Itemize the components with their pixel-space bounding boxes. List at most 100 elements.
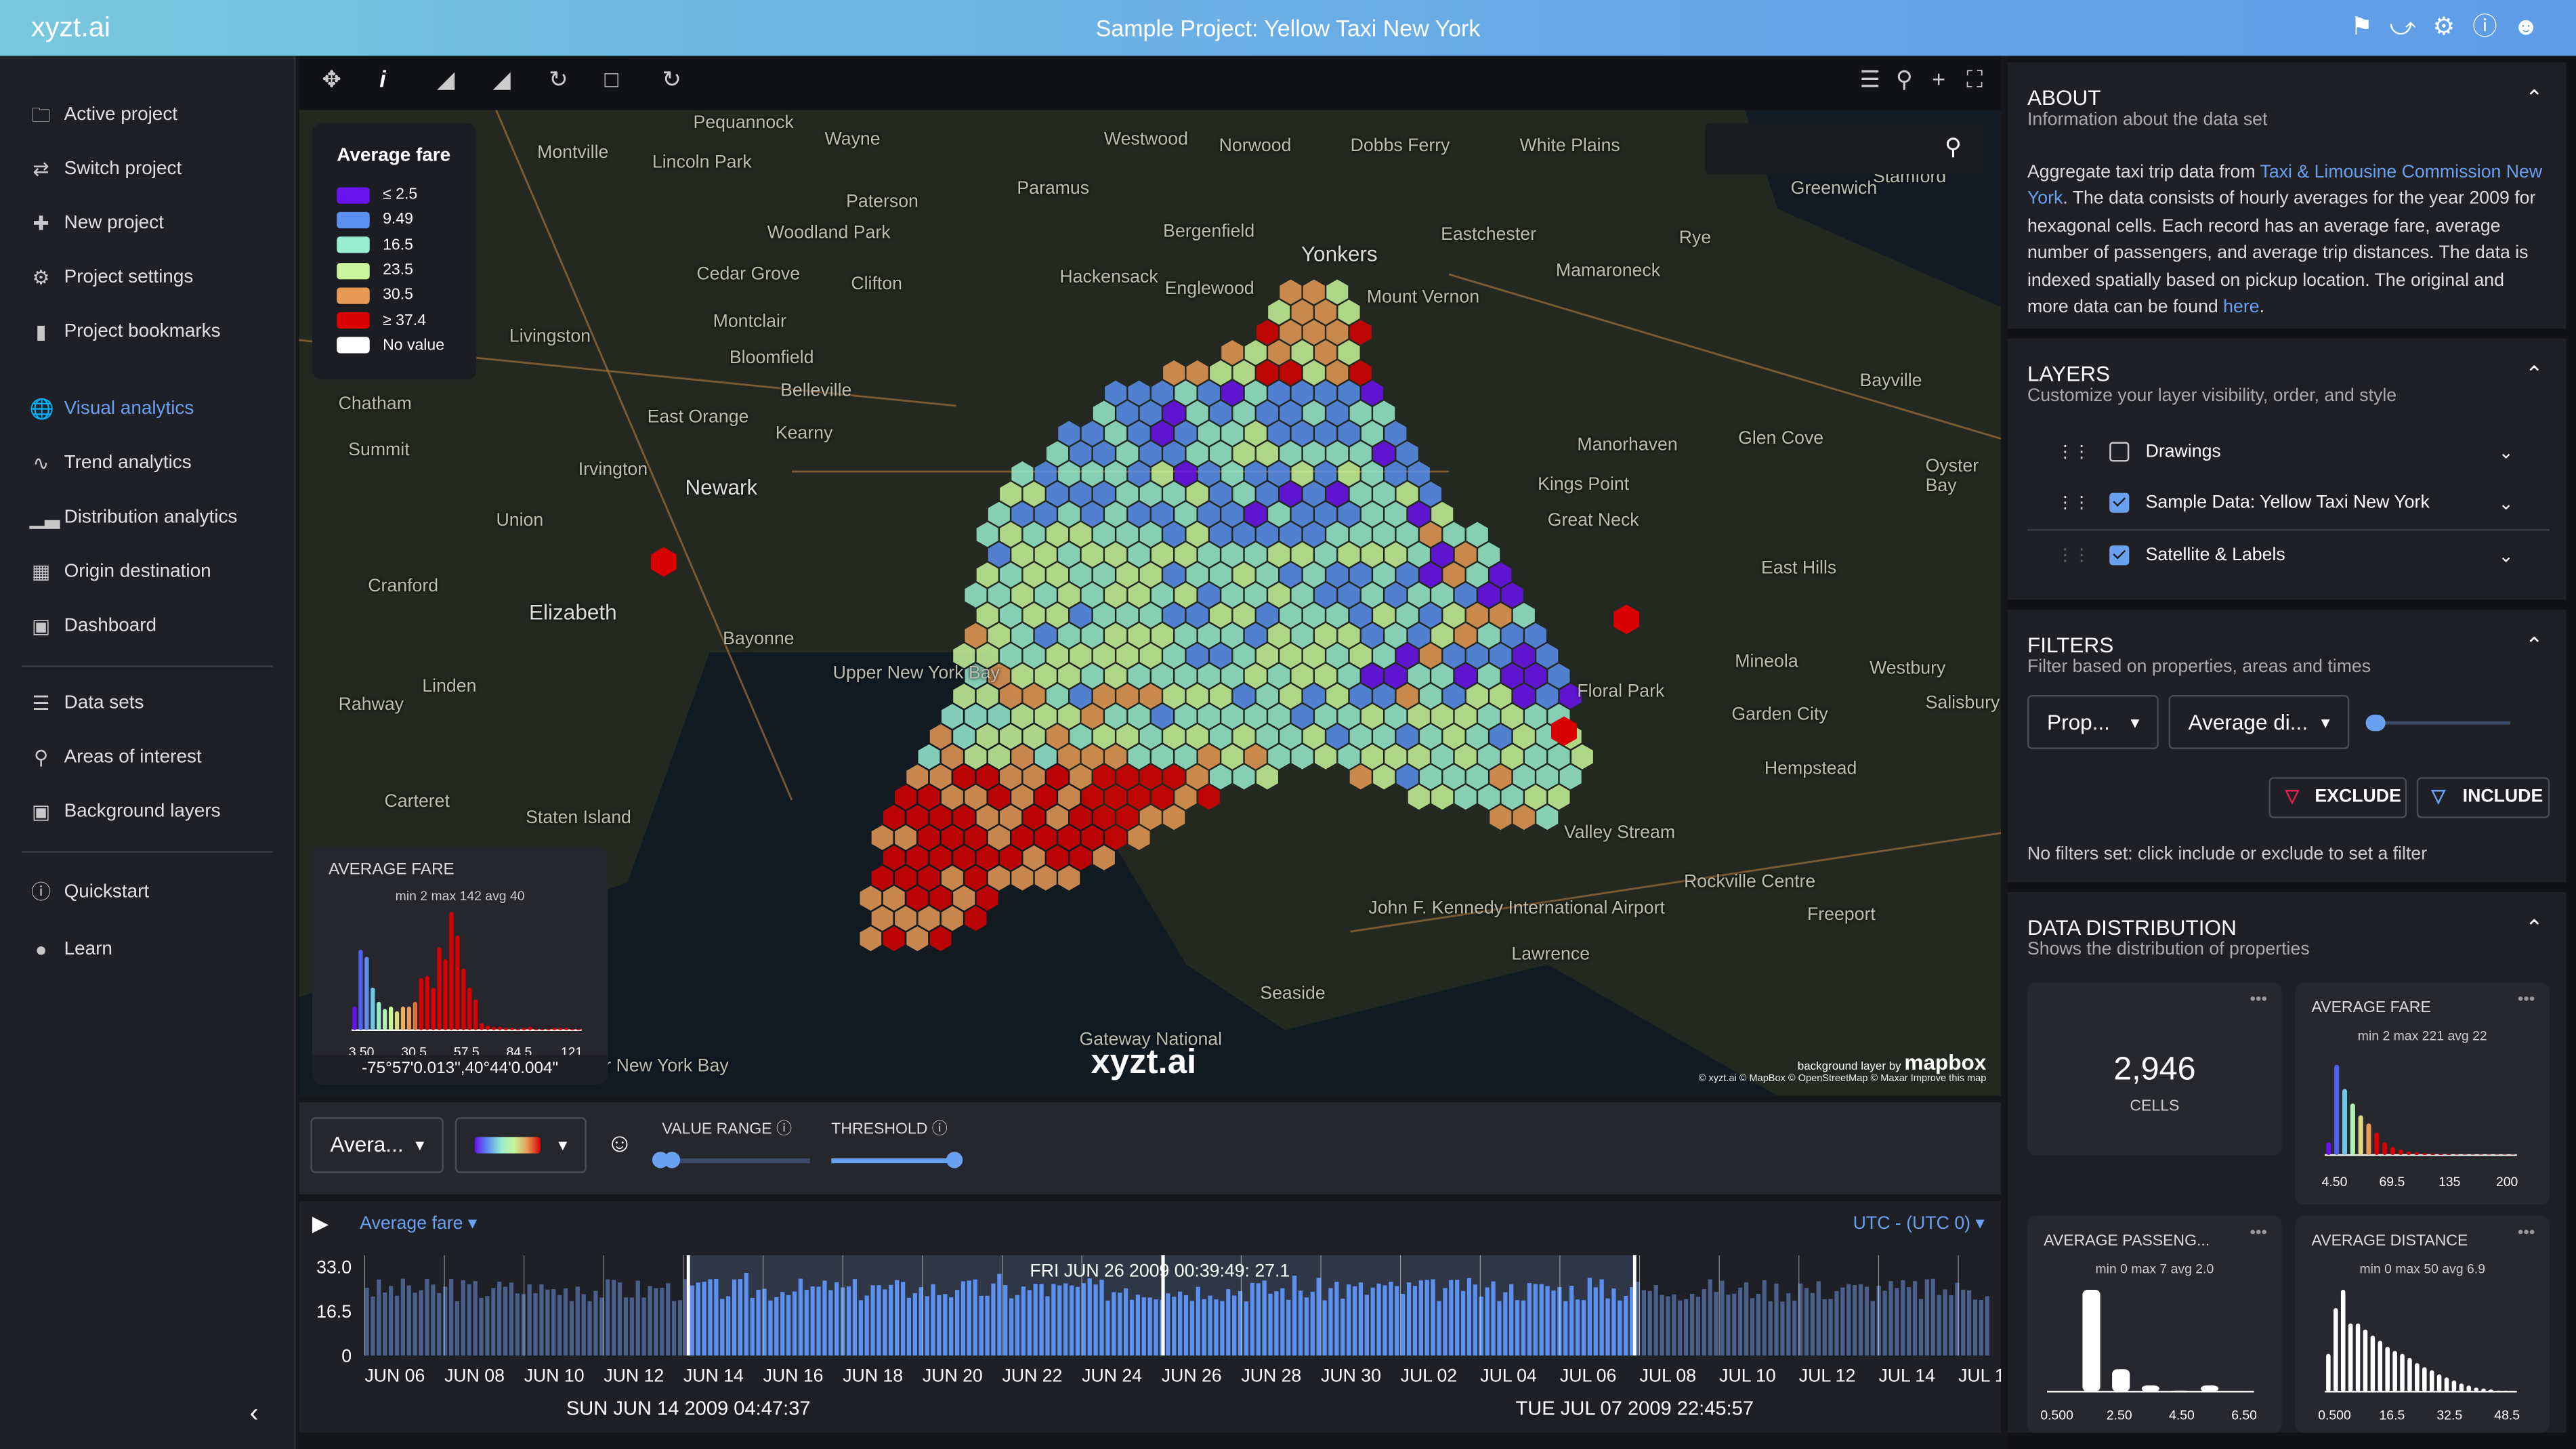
histogram-bar[interactable] [461,968,466,1030]
layer-visibility-checkbox[interactable] [2109,492,2130,513]
histogram-bar[interactable] [2496,1390,2501,1392]
histogram-bar[interactable] [400,1006,406,1030]
histogram-bar[interactable] [2504,1390,2508,1392]
histogram-bar[interactable] [564,1028,569,1030]
histogram-bar[interactable] [2502,1154,2508,1156]
histogram-bar[interactable] [425,975,429,1030]
histogram-bar[interactable] [503,1028,509,1030]
move-icon[interactable]: ✥ [322,66,341,93]
sidebar-item-quickstart[interactable]: ⓘ Quickstart [30,876,149,909]
histogram-bar[interactable] [570,1028,575,1030]
drag-handle-icon[interactable]: ⋮⋮ [2057,494,2090,512]
sidebar-item-background-layers[interactable]: ▣ Background layers [30,795,221,828]
histogram-bar[interactable] [394,1011,400,1030]
histogram-bar[interactable] [540,1028,545,1030]
timeline-chart[interactable]: JUN 06 JUN 08 JUN 10 JUN 12 JUN 14 JUN 16 JUN … [299,1201,2001,1433]
histogram-bar[interactable] [2348,1323,2353,1392]
histogram-bar[interactable] [2422,1153,2428,1156]
histogram-bar[interactable] [2350,1104,2355,1156]
help-icon[interactable]: ⓘ [2471,13,2499,41]
histogram-bar[interactable] [2400,1353,2405,1392]
property-select[interactable]: Avera... ▼ [310,1117,444,1173]
histogram-bar[interactable] [2355,1323,2361,1392]
value-range-slider[interactable] [652,1152,810,1169]
histogram-bar[interactable] [2141,1385,2159,1392]
histogram-bar[interactable] [406,1006,412,1030]
mapbox-logo[interactable]: mapbox [1904,1050,1986,1074]
histogram-bar[interactable] [491,1026,497,1030]
histogram-bar[interactable] [431,987,436,1030]
histogram-bar[interactable] [2358,1115,2363,1156]
histogram-bar[interactable] [473,999,478,1030]
expand-chevron-icon[interactable]: ⌄ [2499,441,2514,463]
map-attribution[interactable]: © xyzt.ai © MapBox © OpenStreetMap © Max… [1699,1074,1987,1085]
layer-visibility-checkbox[interactable] [2109,545,2130,566]
histogram-bar[interactable] [2407,1358,2412,1392]
sidebar-item-switch-project[interactable]: ⇄ Switch project [30,153,182,186]
sidebar-item-dashboard[interactable]: ▣ Dashboard [30,610,156,643]
palette-icon[interactable]: ☺ [606,1131,633,1160]
histogram-bar[interactable] [2201,1385,2219,1392]
histogram-bar[interactable] [2374,1132,2380,1156]
histogram-bar[interactable] [534,1028,539,1030]
info-cursor-icon[interactable]: i [379,66,385,92]
threshold-slider[interactable] [831,1152,963,1169]
sidebar-item-new-project[interactable]: ✚ New project [30,207,163,240]
histogram-bar[interactable] [2415,1363,2420,1392]
histogram-bar[interactable] [352,1006,357,1030]
histogram-bar[interactable] [2430,1154,2436,1156]
histogram-bar[interactable] [2510,1391,2516,1392]
histogram-bar[interactable] [2366,1123,2371,1156]
expand-chevron-icon[interactable]: ⌄ [2499,492,2514,513]
histogram-bar[interactable] [2414,1152,2420,1156]
histogram-bar[interactable] [383,1009,387,1030]
here-link[interactable]: here [2223,297,2259,317]
histogram-bar[interactable] [2451,1380,2457,1392]
search-icon[interactable]: ⚲ [1945,133,1962,161]
histogram-bar[interactable] [528,1026,532,1030]
histogram-bar[interactable] [2459,1383,2464,1392]
histogram-bar[interactable] [2082,1289,2100,1392]
histogram-bar[interactable] [2494,1154,2499,1156]
histogram-bar[interactable] [2392,1351,2397,1392]
histogram-bar[interactable] [2474,1387,2478,1392]
histogram-bar[interactable] [358,949,363,1030]
search-icon[interactable]: ⚲ [1896,66,1913,93]
add-lasso-icon[interactable]: ↻ [662,66,681,93]
histogram-bar[interactable] [522,1028,526,1030]
histogram-bar[interactable] [2510,1154,2516,1156]
filter-type-select[interactable]: Prop... ▼ [2027,694,2159,749]
histogram-bar[interactable] [480,1023,484,1030]
layer-visibility-checkbox[interactable] [2109,442,2130,462]
histogram-bar[interactable] [2466,1385,2472,1392]
histogram-bar[interactable] [2326,1353,2331,1392]
include-button[interactable]: ▽ INCLUDE [2416,777,2550,818]
histogram-bar[interactable] [2454,1154,2459,1156]
histogram-bar[interactable] [2385,1347,2390,1392]
histogram-bar[interactable] [2398,1150,2403,1156]
histogram-bar[interactable] [2470,1154,2476,1156]
histogram-bar[interactable] [2334,1308,2338,1392]
histogram-bar[interactable] [437,947,442,1030]
histogram-bar[interactable] [2340,1289,2346,1392]
histogram-bar[interactable] [2444,1377,2449,1392]
sidebar-item-project-settings[interactable]: ⚙ Project settings [30,261,194,295]
add-rectangle-icon[interactable]: □ [605,66,619,92]
slider-handle-max[interactable] [663,1152,681,1169]
sidebar-item-distribution-analytics[interactable]: ▁▃ Distribution analytics [30,501,238,534]
histogram-bar[interactable] [2429,1370,2434,1392]
share-icon[interactable]: ⤻ [2389,13,2417,41]
histogram-bar[interactable] [497,1026,503,1030]
collapse-chevron-icon[interactable]: ⌃ [2525,915,2543,942]
sidebar-item-project-bookmarks[interactable]: ▮ Project bookmarks [30,316,221,349]
histogram-bar[interactable] [2481,1388,2486,1392]
histogram-bar[interactable] [2390,1147,2395,1156]
histogram-bar[interactable] [2462,1154,2468,1156]
exclude-button[interactable]: ▽ EXCLUDE [2268,777,2407,818]
histogram-bar[interactable] [371,987,375,1030]
histogram-bar[interactable] [2363,1329,2368,1392]
histogram-bar[interactable] [485,1025,490,1030]
histogram-bar[interactable] [2378,1341,2383,1392]
histogram-bar[interactable] [2486,1154,2491,1156]
account-icon[interactable]: ☻ [2512,13,2539,41]
